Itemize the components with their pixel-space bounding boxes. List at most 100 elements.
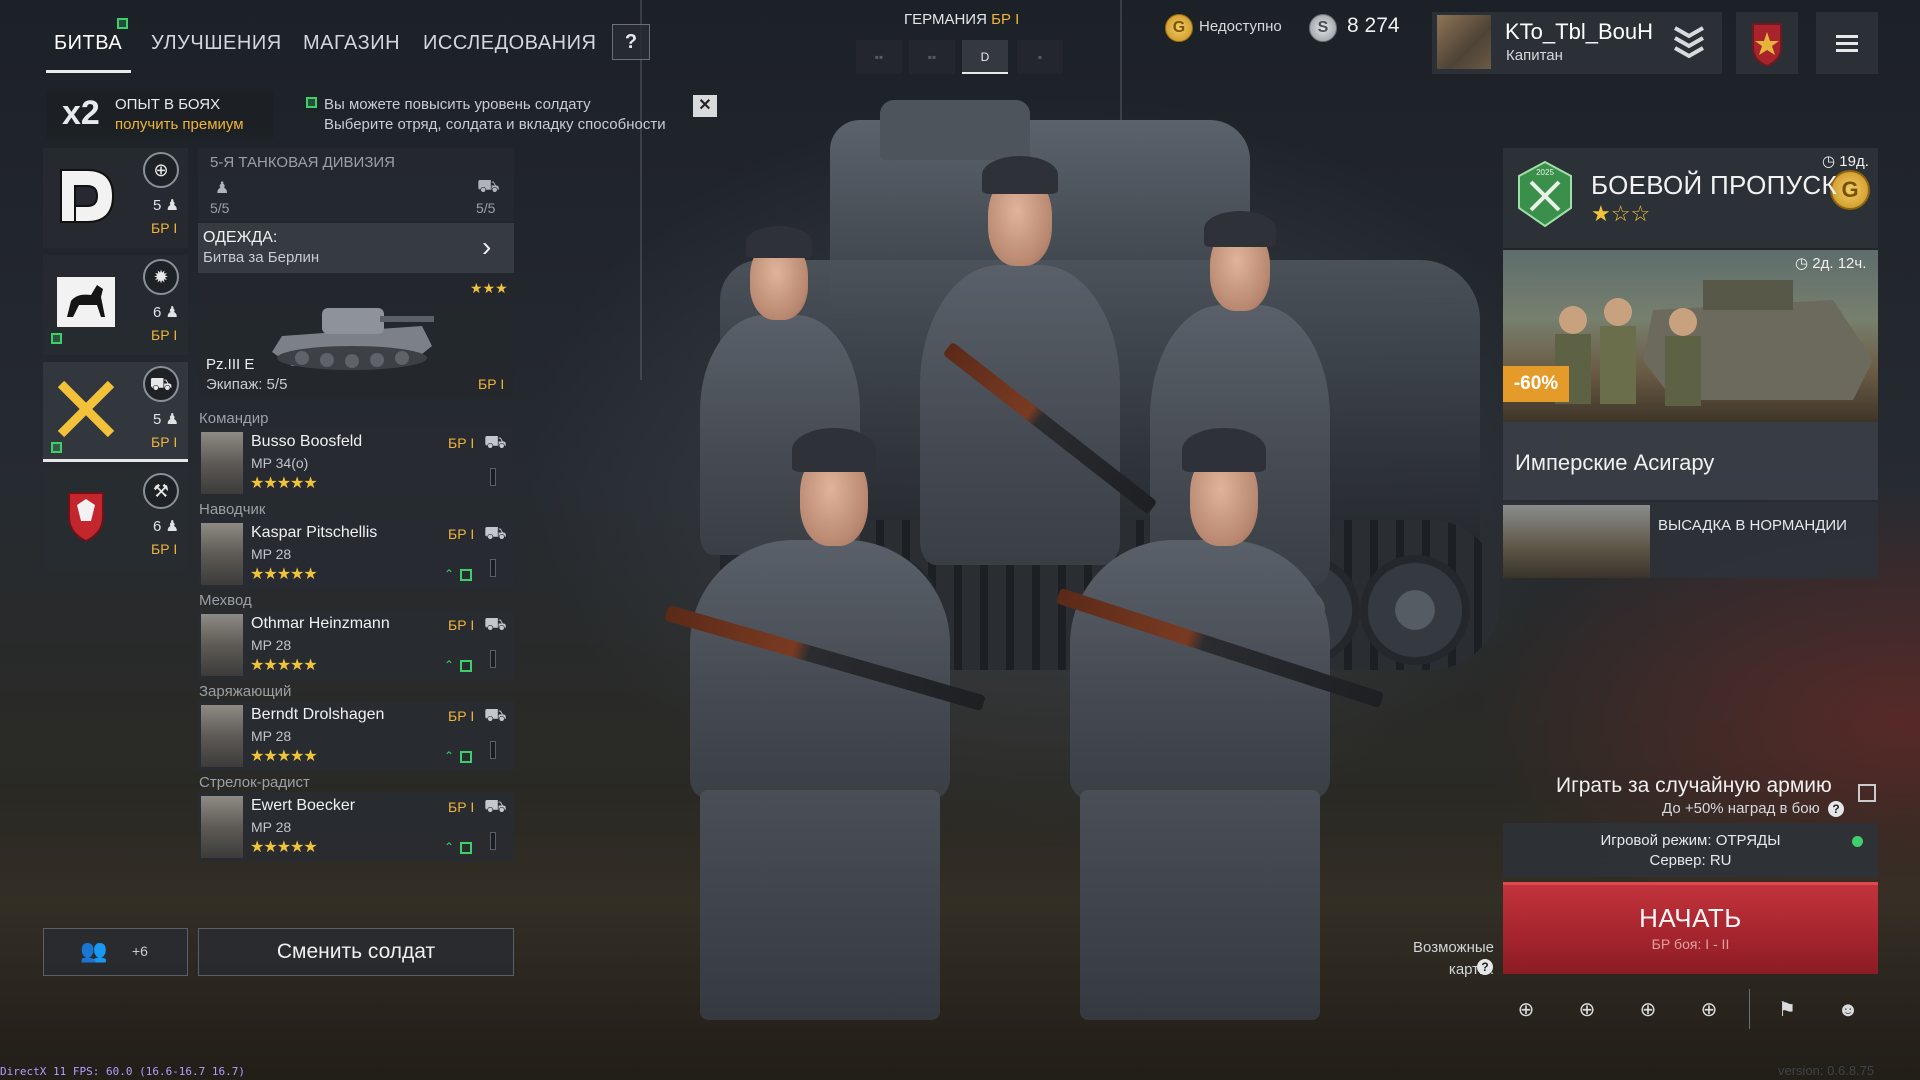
soldier-role: Наводчик [199, 501, 266, 518]
event-image [1503, 505, 1650, 578]
discount-badge: -60% [1503, 366, 1569, 402]
help-icon[interactable]: ? [1477, 959, 1493, 975]
flag-icon[interactable]: ⚑ [1770, 993, 1804, 1027]
upgrade-indicator [51, 442, 62, 453]
change-soldier-button[interactable]: Сменить солдат [198, 928, 514, 976]
army-badge-button[interactable] [1736, 12, 1798, 74]
crew-seat-icon: ⛟ [484, 705, 507, 725]
soldier-name: Othmar Heinzmann [251, 615, 390, 632]
squad-card-selected[interactable]: ⛟ 5 ♟ БР I [43, 362, 188, 462]
invite-friend-icon[interactable]: ⊕ [1692, 993, 1726, 1027]
squad-size: 5 ♟ [153, 197, 179, 214]
equipment-slot[interactable] [490, 832, 496, 850]
battle-pass-timer: ◷ 19д. [1822, 153, 1869, 170]
status-dot [1852, 836, 1863, 847]
equipment-slot[interactable] [490, 650, 496, 668]
random-army-bonus: До +50% наград в бою [1662, 800, 1820, 817]
soldier-role: Стрелок-радист [199, 774, 310, 791]
era-tab-active[interactable]: D [962, 40, 1008, 74]
soldier-portrait [201, 705, 243, 767]
help-button[interactable]: ? [612, 24, 650, 60]
upgrade-indicator [460, 660, 472, 672]
upgrade-indicator [460, 569, 472, 581]
soldier-br: БР I [448, 435, 475, 451]
squad-br: БР I [151, 434, 178, 450]
gold-coin-icon: G [1165, 14, 1193, 42]
squad-friends-button[interactable]: 👥 +6 [43, 928, 188, 976]
battle-br-range: БР боя: I - II [1651, 936, 1730, 952]
vehicle-count: 5/5 [476, 200, 496, 216]
wrench-class-icon: ⚒ [143, 473, 179, 509]
squad-card[interactable]: ⊕ 5 ♟ БР I [43, 148, 188, 248]
era-tab[interactable]: ▪ [1017, 40, 1063, 74]
soldier-br: БР I [448, 617, 475, 633]
chevron-right-icon[interactable]: › [482, 231, 491, 263]
soldier-weapon: MP 28 [251, 728, 292, 744]
tank-wheel [1360, 555, 1470, 665]
equipment-slot[interactable] [490, 559, 496, 577]
xp-title: ОПЫТ В БОЯХ [115, 96, 221, 113]
upgrade-arrow-icon: ⌃ [444, 658, 455, 672]
soldier-portrait [201, 796, 243, 858]
vehicle-count-icon: ⛟ [477, 176, 500, 196]
nation-name: ГЕРМАНИЯ [904, 11, 987, 28]
notice-line-2: Выберите отряд, солдата и вкладку способ… [324, 116, 666, 133]
squad-size: 5 ♟ [153, 411, 179, 428]
squad-card[interactable]: ⚒ 6 ♟ БР I [43, 469, 188, 569]
avatar[interactable] [1437, 15, 1491, 69]
equipment-slot[interactable] [490, 741, 496, 759]
soldier-portrait [201, 432, 243, 494]
random-army-checkbox[interactable] [1858, 784, 1876, 802]
tab-battle[interactable]: БИТВА [54, 32, 122, 55]
upgrade-arrow-icon: ⌃ [444, 567, 455, 581]
era-tab[interactable]: ▪▪ [856, 40, 902, 74]
soldier-stars: ★★★★★ [250, 839, 318, 856]
soldier-role: Мехвод [199, 592, 252, 609]
promo-timer: ◷ 2д. 12ч. [1795, 255, 1867, 272]
era-tab[interactable]: ▪▪ [909, 40, 955, 74]
silver-balance[interactable]: 8 274 [1347, 14, 1400, 38]
soldier-portrait [201, 523, 243, 585]
soldier-name: Ewert Boecker [251, 797, 356, 814]
battle-pass-badge-icon: 2025 [1518, 160, 1572, 228]
tab-shop[interactable]: МАГАЗИН [303, 32, 400, 55]
tank-class-icon: ⛟ [143, 366, 179, 402]
possible-maps-label[interactable]: Возможные карты: [1400, 937, 1494, 981]
soldier-count-icon: ♟ [215, 180, 230, 197]
nation-br: БР I [991, 11, 1020, 28]
soldier-row[interactable]: Kaspar Pitschellis MP 28 ★★★★★ БР I ⛟ ⌃ [198, 519, 514, 589]
version-label: version: 0.6.8.75 [1778, 1063, 1875, 1078]
squad-card[interactable]: ✹ 6 ♟ БР I [43, 255, 188, 355]
main-menu-button[interactable] [1816, 12, 1878, 74]
upgrade-indicator [460, 842, 472, 854]
crew-seat-icon: ⛟ [484, 523, 507, 543]
invite-friend-icon[interactable]: ⊕ [1631, 993, 1665, 1027]
invite-friend-icon[interactable]: ⊕ [1509, 993, 1543, 1027]
random-army-label: Играть за случайную армию [1556, 774, 1832, 797]
eagle-shield-emblem-icon [68, 492, 104, 543]
server-region: Сервер: RU [1649, 852, 1732, 869]
soldier-br: БР I [448, 799, 475, 815]
tab-upgrades[interactable]: УЛУЧШЕНИЯ [151, 32, 282, 55]
help-icon[interactable]: ? [1828, 801, 1844, 817]
gold-balance[interactable]: Недоступно [1199, 18, 1282, 35]
equipment-slot[interactable] [490, 468, 496, 486]
invite-friend-icon[interactable]: ⊕ [1570, 993, 1604, 1027]
new-indicator [117, 18, 128, 29]
tab-research[interactable]: ИССЛЕДОВАНИЯ [423, 32, 596, 55]
horse-emblem-icon [57, 277, 115, 327]
crosshair-class-icon: ⊕ [143, 152, 179, 188]
group-icon[interactable]: ☻ [1831, 993, 1865, 1027]
army-shield-icon [1752, 23, 1782, 68]
get-premium-link[interactable]: получить премиум [115, 116, 244, 133]
upgrade-arrow-icon: ⌃ [444, 749, 455, 763]
soldier-role: Командир [199, 410, 269, 427]
soldier-stars: ★★★★★ [250, 566, 318, 583]
soldier-row[interactable]: Berndt Drolshagen MP 28 ★★★★★ БР I ⛟ ⌃ [198, 701, 514, 771]
squad-br: БР I [151, 541, 178, 557]
soldier-row[interactable]: Ewert Boecker MP 28 ★★★★★ БР I ⛟ ⌃ [198, 792, 514, 862]
nation-label: ГЕРМАНИЯ БР I [904, 11, 1019, 28]
soldier-row[interactable]: Busso Boosfeld MP 34(o) ★★★★★ БР I ⛟ [198, 428, 514, 498]
close-notice-button[interactable]: ✕ [693, 95, 717, 117]
soldier-row[interactable]: Othmar Heinzmann MP 28 ★★★★★ БР I ⛟ ⌃ [198, 610, 514, 680]
